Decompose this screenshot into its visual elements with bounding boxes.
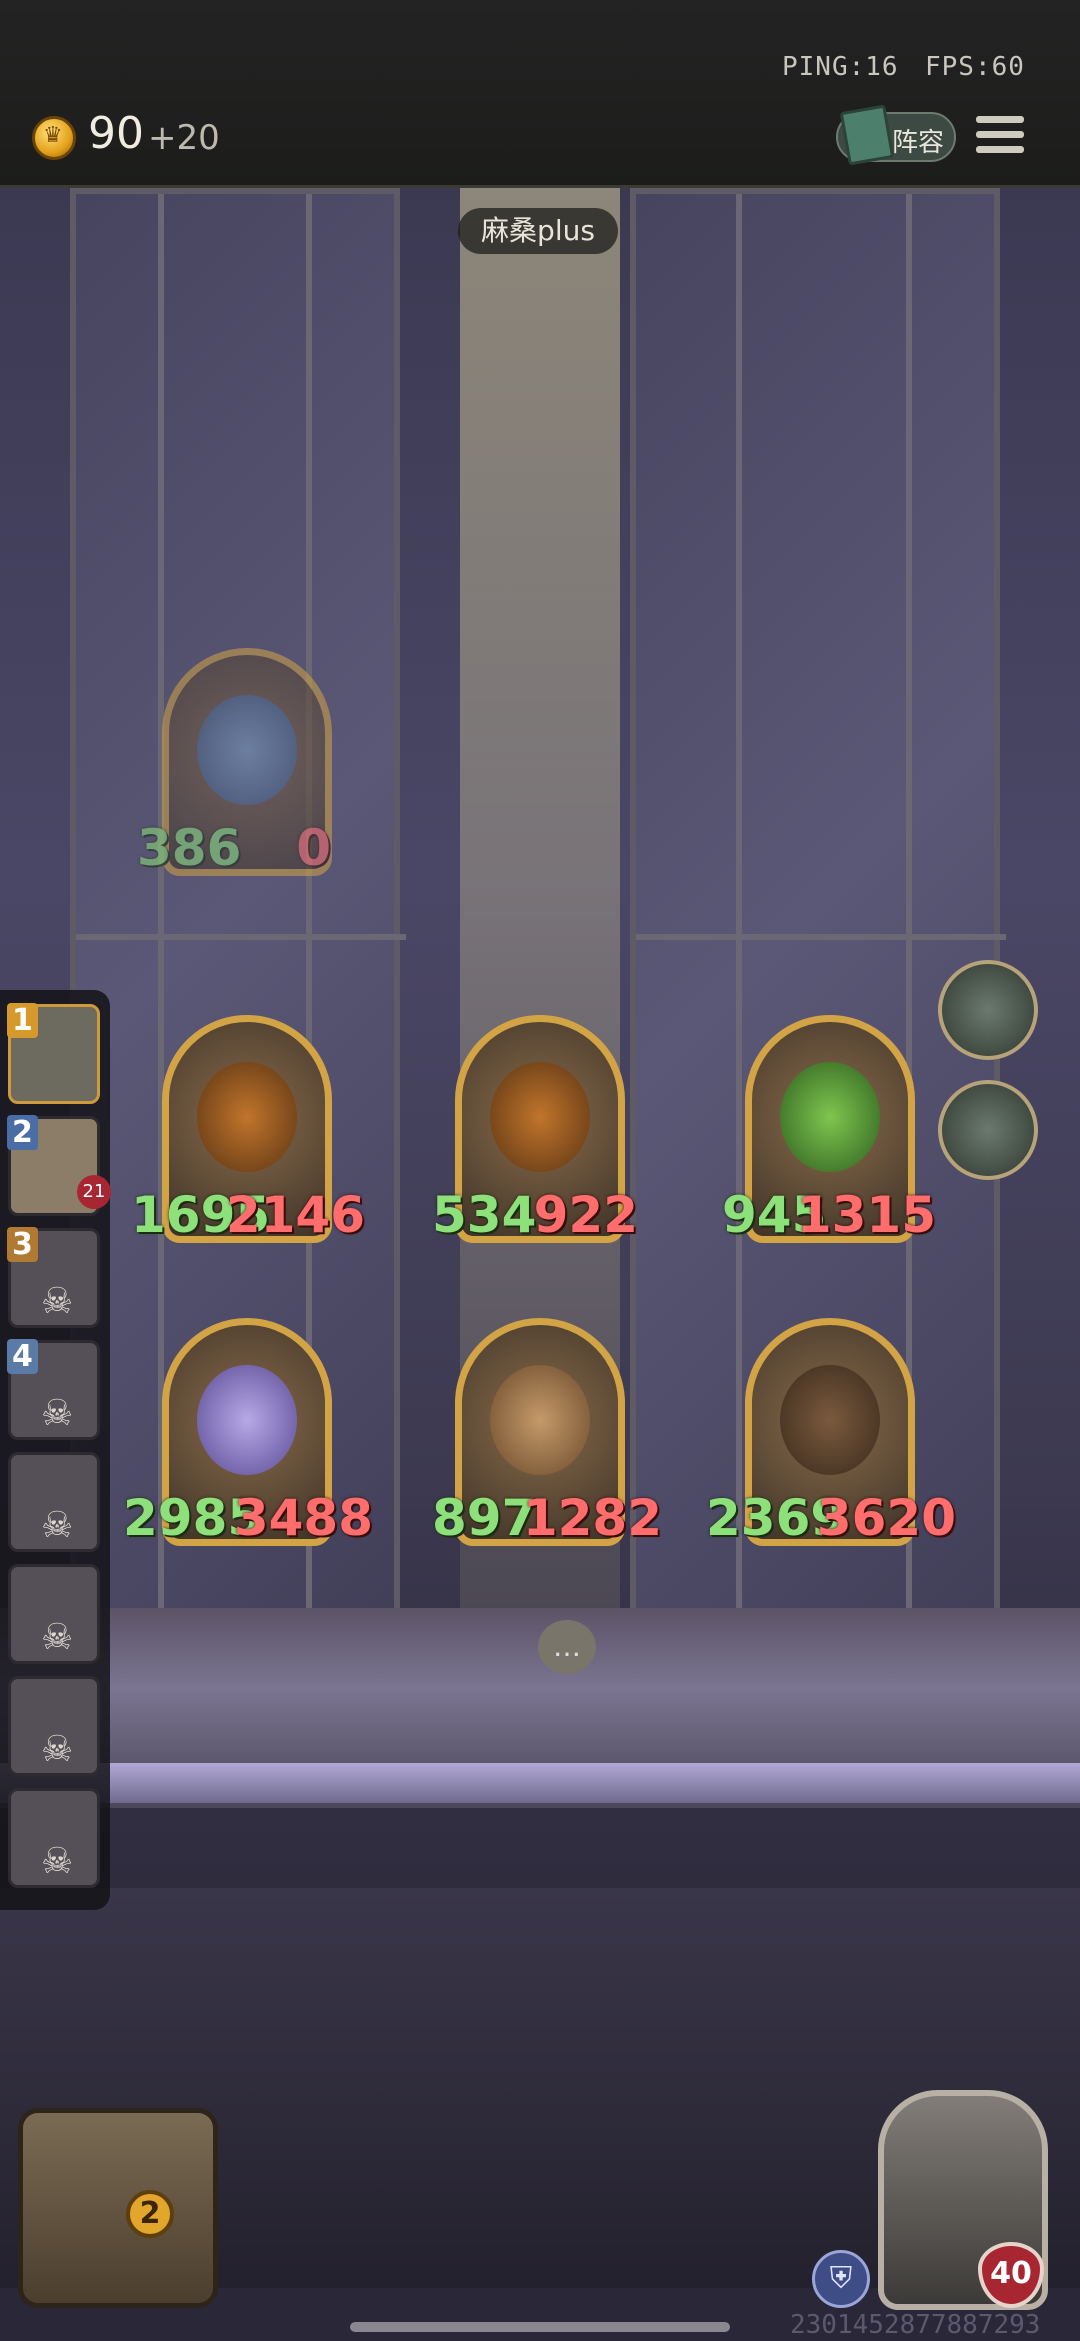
- leaderboard-slot[interactable]: ☠: [8, 1564, 100, 1664]
- chest-count-badge: 2: [126, 2190, 174, 2238]
- bonsai-relic-icon[interactable]: [938, 1080, 1038, 1180]
- board-card-lady[interactable]: 2985 3488: [123, 1318, 373, 1547]
- cactus-portrait: [780, 1062, 880, 1172]
- ping-readout: PING:16: [782, 52, 899, 82]
- roster-label: 阵容: [892, 128, 945, 158]
- card-health: 3488: [233, 1489, 373, 1547]
- armor-shield-icon: ⛨: [812, 2250, 870, 2308]
- pumpkin-portrait: [197, 1062, 297, 1172]
- rank-badge: 3: [7, 1227, 38, 1262]
- gold-coin-icon: [32, 116, 76, 160]
- book-icon: [839, 104, 895, 166]
- skull-icon: ☠: [41, 1617, 74, 1658]
- leaderboard-slot[interactable]: 2 21: [7, 1115, 111, 1216]
- rank-badge: 1: [7, 1003, 38, 1038]
- treasure-chest-button[interactable]: [18, 2108, 218, 2308]
- card-attack: 534: [432, 1186, 537, 1244]
- menu-icon[interactable]: [976, 116, 1024, 158]
- lady-portrait: [197, 1365, 297, 1475]
- treant-portrait: [490, 1365, 590, 1475]
- opponent-name: 麻桑plus: [458, 208, 618, 254]
- leaderboard-slot[interactable]: ☠: [8, 1676, 100, 1776]
- roster-button[interactable]: 阵容: [836, 104, 956, 166]
- card-health: 0: [296, 819, 331, 877]
- dragon-portrait: [197, 695, 297, 805]
- card-attack: 897: [432, 1489, 537, 1547]
- gold-income: +20: [148, 118, 220, 158]
- board-card-totem[interactable]: 2369 3620: [706, 1318, 956, 1547]
- top-bar: PING:16 FPS:60 90 +20 阵容: [0, 0, 1080, 188]
- player-id: 2301452877887293: [790, 2310, 1041, 2340]
- player-leaderboard: 1 2 21 3 ☠ 4 ☠ ☠ ☠ ☠ ☠: [0, 990, 111, 1910]
- rose-relic-icon[interactable]: [938, 960, 1038, 1060]
- gold-amount: 90: [88, 108, 144, 159]
- card-health: 1315: [796, 1186, 936, 1244]
- skull-icon: ☠: [41, 1729, 74, 1770]
- leaderboard-slot[interactable]: 1: [7, 1003, 100, 1104]
- rank-badge: 4: [7, 1339, 38, 1374]
- skull-icon: ☠: [41, 1393, 74, 1434]
- shop-card-dragon[interactable]: 386 0: [137, 648, 332, 877]
- board-card-cactus[interactable]: 945 1315: [722, 1015, 936, 1244]
- home-indicator[interactable]: [350, 2322, 730, 2332]
- card-health: 3620: [816, 1489, 956, 1547]
- slot-health: 21: [77, 1175, 111, 1209]
- pumpkin-portrait: [490, 1062, 590, 1172]
- totem-portrait: [780, 1365, 880, 1475]
- leaderboard-slot[interactable]: ☠: [8, 1452, 100, 1552]
- board-card-pumpkin-2[interactable]: 534 922: [432, 1015, 638, 1244]
- leaderboard-slot[interactable]: 4 ☠: [7, 1339, 100, 1440]
- board-card-pumpkin-1[interactable]: 1695 2146: [131, 1015, 365, 1244]
- board-card-treant[interactable]: 897 1282: [432, 1318, 662, 1547]
- skull-icon: ☠: [41, 1841, 74, 1882]
- card-health: 922: [533, 1186, 638, 1244]
- chat-icon[interactable]: …: [538, 1620, 596, 1674]
- skull-icon: ☠: [41, 1281, 74, 1322]
- leaderboard-slot[interactable]: 3 ☠: [7, 1227, 100, 1328]
- stage-floor: [0, 1763, 1080, 1803]
- leaderboard-slot[interactable]: ☠: [8, 1788, 100, 1888]
- card-health: 1282: [522, 1489, 662, 1547]
- rank-badge: 2: [7, 1115, 38, 1150]
- card-health: 2146: [225, 1186, 365, 1244]
- card-attack: 386: [137, 819, 242, 877]
- fps-readout: FPS:60: [925, 52, 1025, 82]
- skull-icon: ☠: [41, 1505, 74, 1546]
